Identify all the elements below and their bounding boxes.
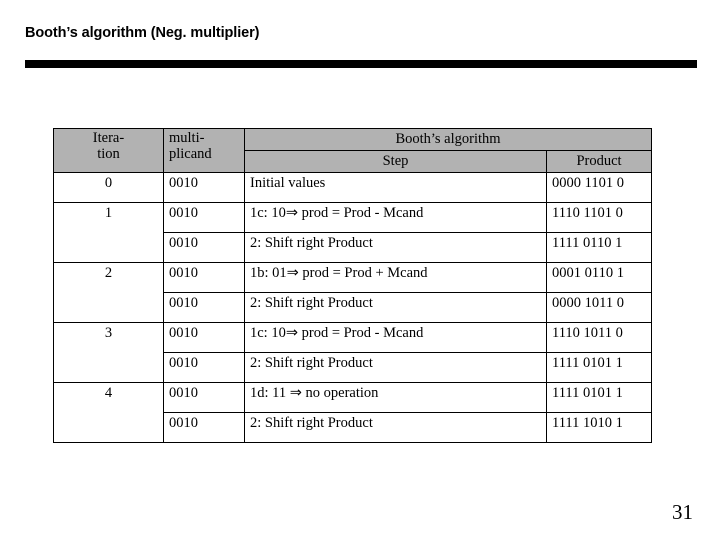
cell-product: 1111 1010 1	[546, 412, 652, 443]
cell-iteration: 3	[53, 322, 164, 383]
table-body: 0 0010 Initial values 0000 1101 0 1 0010 1c: 1…	[53, 172, 652, 443]
cell-iteration: 4	[53, 382, 164, 443]
cell-multiplicand: 0010	[163, 232, 245, 263]
page-title: Booth’s algorithm (Neg. multiplier)	[25, 25, 260, 41]
cell-step: 2: Shift right Product	[244, 412, 547, 443]
cell-multiplicand: 0010	[163, 382, 245, 413]
cell-multiplicand: 0010	[163, 202, 245, 233]
cell-product: 1111 0101 1	[546, 352, 652, 383]
cell-iteration: 1	[53, 202, 164, 263]
cell-step: 1d: 11 ⇒ no operation	[244, 382, 547, 413]
cell-step: 1b: 01⇒ prod = Prod + Mcand	[244, 262, 547, 293]
cell-product: 1111 0110 1	[546, 232, 652, 263]
cell-multiplicand: 0010	[163, 292, 245, 323]
table-row: 2 0010 1b: 01⇒ prod = Prod + Mcand 0001 011…	[53, 262, 652, 323]
cell-step: 2: Shift right Product	[244, 292, 547, 323]
cell-multiplicand: 0010	[163, 172, 245, 203]
title-divider	[25, 60, 697, 68]
cell-step: Initial values	[244, 172, 547, 203]
cell-step: 1c: 10⇒ prod = Prod - Mcand	[244, 202, 547, 233]
cell-multiplicand: 0010	[163, 262, 245, 293]
header-iteration: Itera- tion	[53, 128, 164, 173]
cell-product: 0000 1011 0	[546, 292, 652, 323]
header-step: Step	[244, 150, 547, 173]
table-row: 1 0010 1c: 10⇒ prod = Prod - Mcand 1110 110…	[53, 202, 652, 263]
table-header-row-1: Itera- tion multi- plicand Booth’s algor…	[53, 128, 652, 173]
table-row: 3 0010 1c: 10⇒ prod = Prod - Mcand 1110 101…	[53, 322, 652, 383]
cell-product: 1110 1101 0	[546, 202, 652, 233]
header-iteration-line2: tion	[97, 145, 120, 162]
cell-iteration: 2	[53, 262, 164, 323]
cell-iteration: 0	[53, 172, 164, 203]
cell-product: 0000 1101 0	[546, 172, 652, 203]
table-row: 0 0010 Initial values 0000 1101 0	[53, 172, 652, 203]
cell-step: 2: Shift right Product	[244, 232, 547, 263]
header-multiplicand-line1: multi-	[169, 130, 205, 146]
table-header: Itera- tion multi- plicand Booth’s algor…	[53, 128, 652, 173]
cell-product: 1110 1011 0	[546, 322, 652, 353]
table-row: 4 0010 1d: 11 ⇒ no operation 1111 0101 1	[53, 382, 652, 443]
cell-product: 0001 0110 1	[546, 262, 652, 293]
page-number: 31	[672, 500, 693, 524]
header-multiplicand: multi- plicand	[163, 128, 245, 173]
cell-multiplicand: 0010	[163, 412, 245, 443]
booth-algorithm-table: Itera- tion multi- plicand Booth’s algor…	[53, 128, 652, 443]
header-multiplicand-line2: plicand	[169, 145, 212, 162]
header-booths-algorithm-group: Booth’s algorithm	[244, 128, 652, 151]
cell-product: 1111 0101 1	[546, 382, 652, 413]
cell-multiplicand: 0010	[163, 322, 245, 353]
cell-step: 2: Shift right Product	[244, 352, 547, 383]
cell-multiplicand: 0010	[163, 352, 245, 383]
header-product: Product	[546, 150, 652, 173]
cell-step: 1c: 10⇒ prod = Prod - Mcand	[244, 322, 547, 353]
header-iteration-line1: Itera-	[92, 130, 125, 146]
